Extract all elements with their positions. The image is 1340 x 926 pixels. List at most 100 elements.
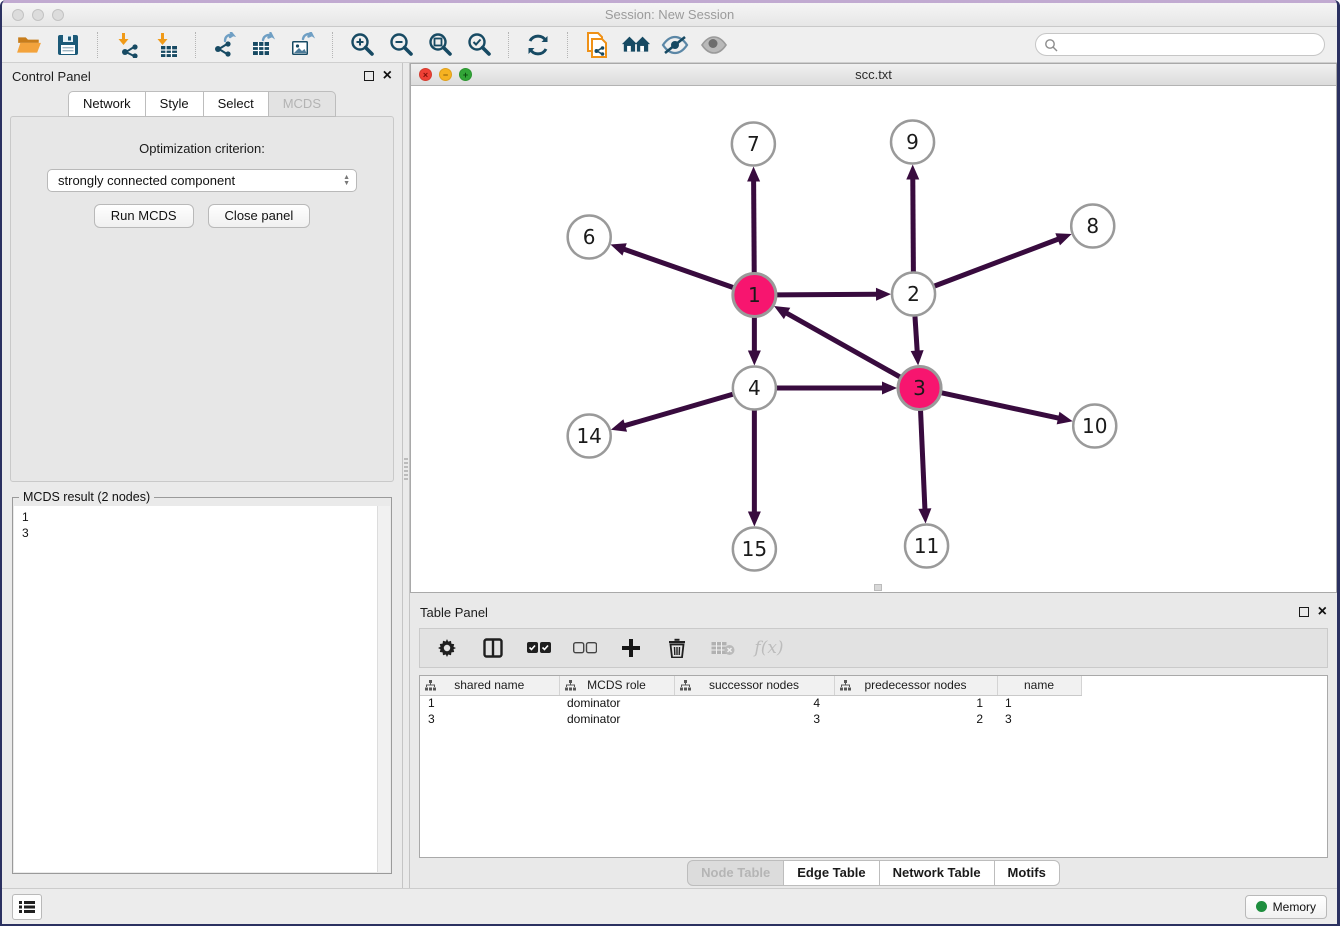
float-table-panel-icon[interactable] <box>1299 607 1309 617</box>
close-panel-icon[interactable]: × <box>383 71 392 81</box>
table-cell[interactable]: 1 <box>420 695 559 711</box>
toolbar-separator <box>97 32 98 58</box>
table-cell[interactable]: 1 <box>997 695 1081 711</box>
select-all-checkboxes-icon[interactable] <box>526 635 552 661</box>
edge-2-3[interactable] <box>915 316 917 352</box>
import-table-icon[interactable] <box>151 31 181 59</box>
table-cell[interactable]: 4 <box>674 695 834 711</box>
arrowhead-icon <box>1055 233 1071 245</box>
apply-layout-icon[interactable] <box>523 31 553 59</box>
table-cell[interactable]: 2 <box>834 711 997 727</box>
show-all-eye-icon[interactable] <box>699 31 729 59</box>
edge-2-9[interactable] <box>913 177 914 271</box>
control-panel-title: Control Panel <box>12 69 91 84</box>
export-table-icon[interactable] <box>249 31 279 59</box>
control-panel: Control Panel × NetworkStyleSelectMCDS O… <box>2 63 402 888</box>
memory-button[interactable]: Memory <box>1245 895 1327 919</box>
zoom-out-icon[interactable] <box>386 31 416 59</box>
search-box[interactable] <box>1035 33 1325 56</box>
split-view-icon[interactable] <box>480 635 506 661</box>
result-scrollbar[interactable] <box>377 506 390 872</box>
home-icon[interactable] <box>621 31 651 59</box>
network-graph-canvas[interactable]: 7968124314101511 <box>411 86 1336 592</box>
node-label: 10 <box>1082 414 1107 438</box>
close-table-panel-icon[interactable]: × <box>1318 607 1327 617</box>
column-header-predecessor-nodes[interactable]: predecessor nodes <box>834 676 997 695</box>
column-header-successor-nodes[interactable]: successor nodes <box>674 676 834 695</box>
tab-select[interactable]: Select <box>204 91 269 117</box>
network-view-frame: × − + scc.txt 7968124314101511 <box>410 63 1337 593</box>
delete-trash-icon[interactable] <box>664 635 690 661</box>
toolbar-separator <box>508 32 509 58</box>
edge-2-8[interactable] <box>935 239 1060 286</box>
tab-network[interactable]: Network <box>68 91 146 117</box>
column-header-label: name <box>1024 678 1054 692</box>
edge-1-6[interactable] <box>623 249 733 288</box>
deselect-all-checkboxes-icon[interactable] <box>572 635 598 661</box>
hide-selected-eye-icon[interactable] <box>660 31 690 59</box>
network-view-titlebar[interactable]: × − + scc.txt <box>411 64 1336 86</box>
zoom-selected-icon[interactable] <box>464 31 494 59</box>
node-table: shared name MCDS rolesuccessor nodes prede… <box>420 676 1327 727</box>
edge-1-7[interactable] <box>754 179 755 272</box>
search-input[interactable] <box>1063 38 1316 52</box>
node-label: 14 <box>576 424 601 448</box>
task-history-button[interactable] <box>12 894 42 920</box>
node-label: 1 <box>748 283 761 307</box>
tab-network-table[interactable]: Network Table <box>880 860 995 886</box>
search-icon <box>1044 38 1058 52</box>
window-titlebar[interactable]: Session: New Session <box>2 3 1337 27</box>
table-cell[interactable]: dominator <box>559 711 674 727</box>
tab-style[interactable]: Style <box>146 91 204 117</box>
edge-4-14[interactable] <box>623 394 732 426</box>
export-network-icon[interactable] <box>210 31 240 59</box>
table-cell[interactable]: 3 <box>674 711 834 727</box>
add-column-plus-icon[interactable] <box>618 635 644 661</box>
network-copy-icon[interactable] <box>582 31 612 59</box>
export-image-icon[interactable] <box>288 31 318 59</box>
table-cell[interactable]: 3 <box>420 711 559 727</box>
divider-grip-icon[interactable] <box>404 458 408 480</box>
table-panel: Table Panel × <box>410 593 1337 888</box>
column-header-mcds-role[interactable]: MCDS role <box>559 676 674 695</box>
table-cell[interactable]: dominator <box>559 695 674 711</box>
table-cell[interactable]: 1 <box>834 695 997 711</box>
arrowhead-icon <box>610 243 626 255</box>
cell-filler <box>1081 711 1327 727</box>
import-network-icon[interactable] <box>112 31 142 59</box>
zoom-in-icon[interactable] <box>347 31 377 59</box>
arrowhead-icon <box>882 382 897 395</box>
column-header-label: shared name <box>454 678 524 692</box>
table-row[interactable]: 1dominator411 <box>420 695 1327 711</box>
float-panel-icon[interactable] <box>364 71 374 81</box>
network-view-title: scc.txt <box>411 67 1336 82</box>
open-file-icon[interactable] <box>14 31 44 59</box>
edge-1-2[interactable] <box>777 294 878 295</box>
tab-node-table[interactable]: Node Table <box>687 860 784 886</box>
mcds-result-list[interactable]: 13 <box>14 506 377 872</box>
edge-3-11[interactable] <box>921 410 925 510</box>
edge-3-1[interactable] <box>785 312 900 377</box>
save-session-icon[interactable] <box>53 31 83 59</box>
run-mcds-button[interactable]: Run MCDS <box>94 204 194 228</box>
column-header-shared-name[interactable]: shared name <box>420 676 559 695</box>
tab-mcds[interactable]: MCDS <box>269 91 336 117</box>
optimization-criterion-select[interactable]: strongly connected component ▲▼ <box>47 169 357 192</box>
zoom-fit-icon[interactable] <box>425 31 455 59</box>
settings-gear-icon[interactable] <box>434 635 460 661</box>
node-label: 6 <box>583 225 596 249</box>
node-label: 11 <box>914 534 939 558</box>
list-icon <box>19 900 35 914</box>
network-resize-grip[interactable] <box>874 584 882 591</box>
column-header-name[interactable]: name <box>997 676 1081 695</box>
table-row[interactable]: 3dominator323 <box>420 711 1327 727</box>
memory-label: Memory <box>1273 900 1316 914</box>
panel-divider[interactable] <box>402 63 410 888</box>
table-cell[interactable]: 3 <box>997 711 1081 727</box>
column-header-label: predecessor nodes <box>864 678 966 692</box>
edge-3-10[interactable] <box>942 393 1060 419</box>
table-toolbar: f(x) <box>419 628 1328 668</box>
tab-edge-table[interactable]: Edge Table <box>784 860 879 886</box>
close-panel-button[interactable]: Close panel <box>208 204 311 228</box>
tab-motifs[interactable]: Motifs <box>995 860 1060 886</box>
